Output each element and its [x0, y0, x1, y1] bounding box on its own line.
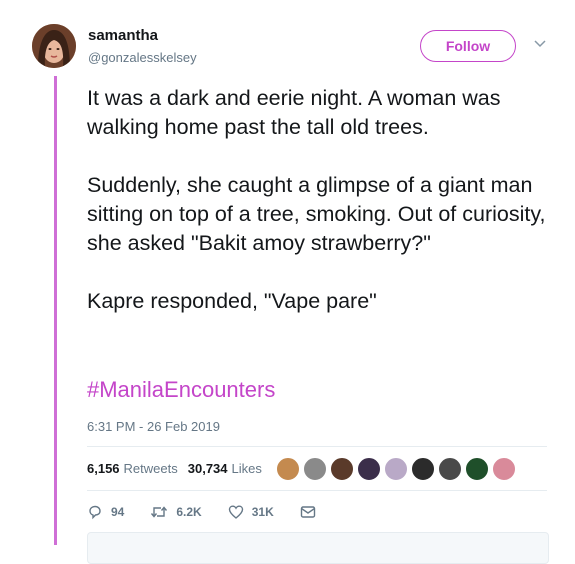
- liker-avatar[interactable]: [303, 457, 327, 481]
- tweet-stats: 6,156 Retweets 30,734 Likes: [87, 461, 262, 476]
- reply-count: 94: [111, 505, 125, 519]
- divider: [87, 490, 547, 491]
- reply-input[interactable]: [87, 532, 549, 564]
- retweet-count: 6.2K: [176, 505, 202, 519]
- liker-avatar[interactable]: [330, 457, 354, 481]
- liker-avatars: [276, 457, 519, 481]
- message-button[interactable]: [300, 505, 324, 519]
- tweet-paragraph: Kapre responded, "Vape pare": [87, 289, 377, 313]
- liker-avatar[interactable]: [384, 457, 408, 481]
- like-button[interactable]: 31K: [228, 504, 274, 520]
- tweet-paragraph: It was a dark and eerie night. A woman w…: [87, 86, 501, 139]
- follow-button[interactable]: Follow: [420, 30, 516, 62]
- display-name[interactable]: samantha: [88, 27, 158, 44]
- liker-avatar[interactable]: [465, 457, 489, 481]
- retweet-button[interactable]: 6.2K: [150, 504, 202, 520]
- envelope-icon: [300, 506, 315, 518]
- reply-button[interactable]: 94: [87, 504, 124, 520]
- retweets-count: 6,156: [87, 461, 120, 476]
- liker-avatar[interactable]: [357, 457, 381, 481]
- hashtag-link[interactable]: #ManilaEncounters: [87, 377, 275, 403]
- tweet-text: It was a dark and eerie night. A woman w…: [87, 84, 557, 345]
- tweet-paragraph: Suddenly, she caught a glimpse of a gian…: [87, 173, 546, 255]
- tweet-timestamp[interactable]: 6:31 PM - 26 Feb 2019: [87, 419, 220, 434]
- liker-avatar[interactable]: [492, 457, 516, 481]
- user-handle[interactable]: @gonzalesskelsey: [88, 50, 197, 65]
- chevron-down-icon[interactable]: [533, 37, 547, 51]
- liker-avatar[interactable]: [276, 457, 300, 481]
- avatar[interactable]: [32, 24, 76, 68]
- like-count: 31K: [251, 505, 274, 519]
- likes-count: 30,734: [187, 461, 228, 476]
- retweet-icon: [151, 506, 168, 518]
- likes-label: Likes: [231, 461, 262, 476]
- heart-icon: [228, 505, 243, 519]
- retweets-stat[interactable]: 6,156 Retweets: [87, 461, 178, 476]
- tweet-actions: 94 6.2K 31K: [87, 504, 350, 520]
- liker-avatar[interactable]: [411, 457, 435, 481]
- thread-line: [54, 76, 57, 545]
- divider: [87, 446, 547, 447]
- likes-stat[interactable]: 30,734 Likes: [188, 461, 262, 476]
- liker-avatar[interactable]: [438, 457, 462, 481]
- reply-icon: [89, 505, 101, 520]
- retweets-label: Retweets: [123, 461, 178, 476]
